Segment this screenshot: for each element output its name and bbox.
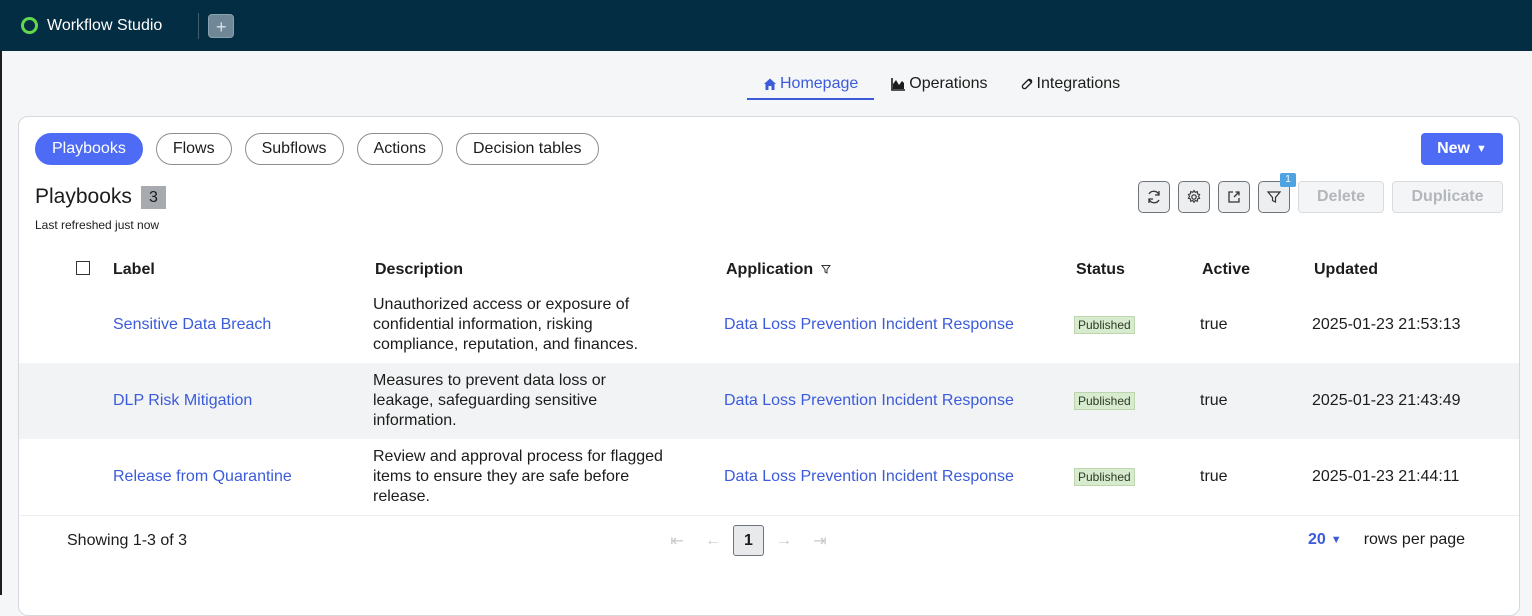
filter-icon[interactable] (820, 264, 831, 274)
page-number-button[interactable]: 1 (733, 525, 764, 556)
status-badge: Published (1074, 468, 1135, 486)
select-all-checkbox[interactable] (76, 260, 90, 275)
playbook-description: Measures to prevent data loss or leakage… (373, 372, 607, 429)
filter-button[interactable]: 1 (1258, 173, 1296, 213)
delete-button[interactable]: Delete (1298, 181, 1384, 213)
app-logo-icon (21, 17, 38, 34)
showing-count: Showing 1-3 of 3 (67, 532, 188, 549)
top-bar: Workflow Studio + (0, 0, 1532, 51)
home-icon (764, 78, 776, 90)
tab-operations[interactable]: Operations (874, 70, 1003, 98)
application-link[interactable]: Data Loss Prevention Incident Response (724, 316, 1014, 333)
pill-decision-tables[interactable]: Decision tables (456, 133, 599, 165)
playbook-label-link[interactable]: DLP Risk Mitigation (113, 392, 252, 409)
add-tab-button[interactable]: + (208, 13, 235, 38)
prev-page-icon[interactable]: ← (695, 532, 731, 550)
pagination: ⇤ ← 1 → ⇥ (659, 525, 838, 556)
select-all-cell (19, 253, 113, 287)
playbook-label-link[interactable]: Sensitive Data Breach (113, 316, 271, 333)
status-badge: Published (1074, 316, 1135, 334)
settings-button[interactable] (1178, 181, 1210, 213)
table-header-row: Label Description Application Status Act… (19, 253, 1519, 287)
refresh-icon (1148, 190, 1160, 204)
topbar-divider (198, 12, 200, 39)
last-refreshed: Last refreshed just now (35, 218, 160, 232)
table-footer: Showing 1-3 of 3 ⇤ ← 1 → ⇥ 20 ▼ rows per… (19, 515, 1519, 568)
pill-actions[interactable]: Actions (356, 133, 443, 165)
brand[interactable]: Workflow Studio (21, 17, 162, 35)
pill-subflows[interactable]: Subflows (244, 133, 344, 165)
column-label[interactable]: Label (113, 253, 375, 287)
playbooks-table: Label Description Application Status Act… (19, 253, 1519, 515)
filter-count-badge: 1 (1280, 173, 1296, 187)
count-badge: 3 (140, 185, 166, 209)
column-description[interactable]: Description (375, 253, 726, 287)
caret-down-icon[interactable]: ▼ (1331, 534, 1342, 546)
pill-playbooks[interactable]: Playbooks (35, 133, 143, 165)
playbook-description: Review and approval process for flagged … (373, 448, 663, 505)
list-toolbar: 1 Delete Duplicate (1130, 173, 1503, 213)
duplicate-button[interactable]: Duplicate (1392, 181, 1503, 213)
tab-homepage[interactable]: Homepage (747, 70, 875, 100)
caret-down-icon: ▼ (1476, 143, 1487, 155)
updated-value: 2025-01-23 21:43:49 (1312, 392, 1461, 409)
new-button-label: New (1437, 140, 1470, 157)
tab-operations-label: Operations (909, 75, 988, 92)
application-link[interactable]: Data Loss Prevention Incident Response (724, 392, 1014, 409)
rows-per-page-select[interactable]: 20 (1308, 531, 1326, 549)
row-select-cell (19, 287, 113, 363)
tab-integrations[interactable]: Integrations (1004, 70, 1137, 98)
new-button[interactable]: New ▼ (1421, 133, 1503, 165)
playbook-description: Unauthorized access or exposure of confi… (373, 296, 639, 353)
column-active[interactable]: Active (1202, 253, 1314, 287)
column-application-label: Application (726, 261, 814, 278)
playbooks-panel: Playbooks Flows Subflows Actions Decisio… (18, 116, 1520, 616)
filter-icon (1266, 191, 1282, 203)
main-nav: Homepage Operations Integrations (747, 70, 1136, 100)
row-select-cell (19, 439, 113, 515)
column-application[interactable]: Application (726, 253, 1076, 287)
link-icon (1021, 78, 1032, 90)
window-edge (0, 51, 2, 595)
active-value: true (1200, 468, 1228, 485)
table-row[interactable]: Sensitive Data Breach Unauthorized acces… (19, 287, 1519, 363)
pill-flows[interactable]: Flows (155, 133, 232, 165)
tab-integrations-label: Integrations (1036, 75, 1121, 92)
type-filter-pills: Playbooks Flows Subflows Actions Decisio… (35, 133, 612, 165)
application-link[interactable]: Data Loss Prevention Incident Response (724, 468, 1014, 485)
column-updated[interactable]: Updated (1314, 253, 1519, 287)
export-button[interactable] (1218, 181, 1250, 213)
page-title: Playbooks (35, 185, 132, 208)
refresh-button[interactable] (1138, 181, 1170, 213)
last-page-icon[interactable]: ⇥ (802, 531, 838, 551)
active-value: true (1200, 392, 1228, 409)
table-row[interactable]: DLP Risk Mitigation Measures to prevent … (19, 363, 1519, 439)
playbook-label-link[interactable]: Release from Quarantine (113, 468, 292, 485)
tab-homepage-label: Homepage (780, 75, 859, 92)
column-status[interactable]: Status (1076, 253, 1202, 287)
rows-per-page: 20 ▼ rows per page (1308, 531, 1465, 549)
first-page-icon[interactable]: ⇤ (659, 531, 695, 551)
status-badge: Published (1074, 392, 1135, 410)
app-title: Workflow Studio (47, 16, 163, 34)
row-select-cell (19, 363, 113, 439)
active-value: true (1200, 316, 1228, 333)
updated-value: 2025-01-23 21:53:13 (1312, 316, 1461, 333)
chart-icon (891, 78, 906, 91)
updated-value: 2025-01-23 21:44:11 (1312, 468, 1460, 485)
table-row[interactable]: Release from Quarantine Review and appro… (19, 439, 1519, 515)
gear-icon (1187, 189, 1201, 204)
export-icon (1228, 191, 1240, 203)
next-page-icon[interactable]: → (766, 532, 802, 550)
rows-per-page-label: rows per page (1363, 531, 1466, 548)
list-header: Playbooks 3 (35, 185, 166, 209)
